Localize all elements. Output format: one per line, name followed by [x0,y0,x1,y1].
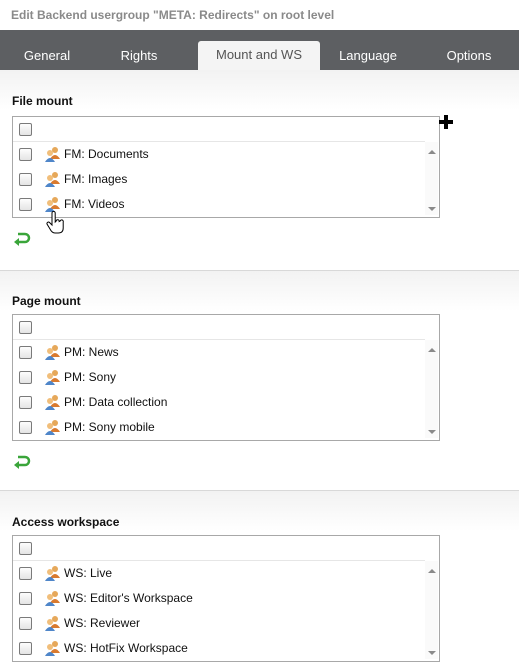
access-workspace-item-checkbox[interactable] [19,617,32,630]
access-workspace-item-label[interactable]: WS: HotFix Workspace [64,641,188,655]
page-mount-item-checkbox[interactable] [19,421,32,434]
page-mount-item-label[interactable]: PM: Sony [64,370,116,384]
page-mount-item-checkbox[interactable] [19,346,32,359]
page-mount-select-all-checkbox[interactable] [19,321,32,334]
page-mount-item-checkbox[interactable] [19,396,32,409]
access-workspace-item-label[interactable]: WS: Reviewer [64,616,140,630]
access-workspace-listbox: WS: Live WS: Editor's Workspace WS: Revi… [12,535,440,662]
page-title: Edit Backend usergroup "META: Redirects"… [11,8,335,22]
usergroup-icon [45,591,60,606]
scroll-down-arrow-icon[interactable] [428,651,436,655]
file-mount-item-checkbox[interactable] [19,148,32,161]
file-mount-item-label[interactable]: FM: Documents [64,147,149,161]
tab-bar: General Rights Mount and WS Language Opt… [0,30,519,70]
scroll-down-arrow-icon[interactable] [428,207,436,211]
tab-language[interactable]: Language [330,42,406,70]
access-workspace-scrollbar[interactable] [425,561,438,659]
page-mount-scrollbar[interactable] [425,340,438,438]
access-workspace-item-label[interactable]: WS: Live [64,566,112,580]
scroll-up-arrow-icon[interactable] [428,569,436,573]
hand-cursor-icon [46,211,64,234]
page-mount-item-checkbox[interactable] [19,371,32,384]
usergroup-icon [45,370,60,385]
usergroup-icon [45,420,60,435]
usergroup-icon [45,147,60,162]
revert-arrow-icon[interactable] [13,232,31,246]
access-workspace-item-checkbox[interactable] [19,642,32,655]
scroll-down-arrow-icon[interactable] [428,430,436,434]
usergroup-icon [45,172,60,187]
tab-mount-and-ws[interactable]: Mount and WS [198,41,320,70]
usergroup-icon [45,345,60,360]
file-mount-scrollbar[interactable] [425,142,438,215]
usergroup-icon [45,197,60,212]
access-workspace-item-label[interactable]: WS: Editor's Workspace [64,591,193,605]
revert-arrow-icon[interactable] [13,455,31,469]
tab-general[interactable]: General [14,42,80,70]
usergroup-icon [45,566,60,581]
page-mount-item-label[interactable]: PM: Data collection [64,395,167,409]
usergroup-icon [45,641,60,656]
usergroup-icon [45,616,60,631]
file-mount-divider [13,141,425,142]
file-mount-item-checkbox[interactable] [19,198,32,211]
access-workspace-select-all-checkbox[interactable] [19,542,32,555]
access-workspace-item-checkbox[interactable] [19,567,32,580]
file-mount-listbox: FM: Documents FM: Images FM: Videos [12,116,440,218]
usergroup-icon [45,395,60,410]
file-mount-item-label[interactable]: FM: Images [64,172,127,186]
access-workspace-divider [13,560,425,561]
page-mount-item-label[interactable]: PM: Sony mobile [64,420,155,434]
tab-options[interactable]: Options [436,42,502,70]
file-mount-select-all-checkbox[interactable] [19,123,32,136]
page-header: Edit Backend usergroup "META: Redirects"… [0,0,519,30]
scroll-up-arrow-icon[interactable] [428,348,436,352]
file-mount-item-checkbox[interactable] [19,173,32,186]
access-workspace-item-checkbox[interactable] [19,592,32,605]
plus-icon[interactable] [439,115,453,129]
page-mount-listbox: PM: News PM: Sony PM: Data collection PM… [12,314,440,441]
page-mount-item-label[interactable]: PM: News [64,345,119,359]
tab-rights[interactable]: Rights [106,42,172,70]
file-mount-item-label[interactable]: FM: Videos [64,197,124,211]
page-mount-title: Page mount [12,294,81,308]
page-mount-divider [13,339,425,340]
scroll-up-arrow-icon[interactable] [428,150,436,154]
file-mount-title: File mount [12,94,73,108]
access-workspace-title: Access workspace [12,515,120,529]
